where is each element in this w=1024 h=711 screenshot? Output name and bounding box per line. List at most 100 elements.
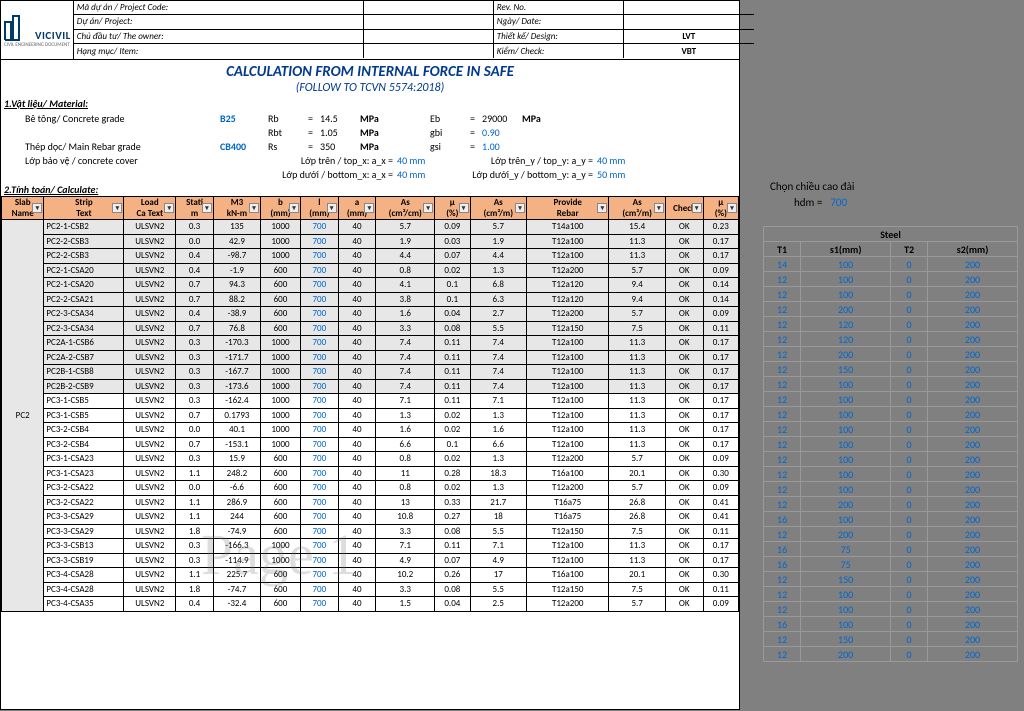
cell-b: 1000: [260, 249, 300, 264]
cell-mu: 0.02: [435, 481, 470, 496]
column-header[interactable]: M3kN-m▾: [213, 197, 260, 220]
column-header[interactable]: b(mm)▾: [260, 197, 300, 220]
column-header[interactable]: Check▾: [665, 197, 703, 220]
cell-rebar: T14a100: [527, 220, 609, 235]
filter-icon[interactable]: ▾: [515, 203, 525, 213]
steel-cell: 200: [928, 602, 1018, 617]
cell-st: 0.4: [176, 307, 214, 322]
cell-a: 40: [338, 481, 376, 496]
cell-mu2: 0.17: [703, 394, 738, 409]
table-row: PC2B-2-CSB9ULSVN20.3-173.61000700407.40.…: [2, 379, 739, 394]
steel-row: 121000200: [764, 467, 1018, 482]
cell-m3: -98.7: [213, 249, 260, 264]
cell-asp: 5.7: [609, 452, 666, 467]
cell-mu2: 0.17: [703, 437, 738, 452]
cell-lc: ULSVN2: [124, 292, 176, 307]
column-header[interactable]: l(mm)▾: [300, 197, 338, 220]
cell-mu2: 0.17: [703, 365, 738, 380]
cell-asm: 1.9: [470, 234, 527, 249]
filter-icon[interactable]: ▾: [727, 203, 737, 213]
cell-asc: 3.3: [376, 524, 435, 539]
steel-cell: 0: [891, 302, 928, 317]
cell-asp: 9.4: [609, 278, 666, 293]
cell-m3: -153.1: [213, 437, 260, 452]
steel-row: 121000200: [764, 407, 1018, 422]
project-code-label: Mã dự án / Project Code:: [74, 1, 364, 14]
cell-a: 40: [338, 568, 376, 583]
cell-chk: OK: [665, 365, 703, 380]
cell-l: 700: [300, 553, 338, 568]
cell-a: 40: [338, 278, 376, 293]
steel-row: 122000200: [764, 527, 1018, 542]
cell-b: 1000: [260, 437, 300, 452]
cell-lc: ULSVN2: [124, 510, 176, 525]
cell-asc: 7.4: [376, 379, 435, 394]
design-label: Thiết kế/ Design:: [494, 30, 624, 43]
cell-mu2: 0.11: [703, 321, 738, 336]
cell-asm: 1.3: [470, 408, 527, 423]
cell-strip: PC3-4-CSA35: [44, 597, 124, 612]
cell-mu2: 0.14: [703, 278, 738, 293]
steel-cell: 100: [801, 377, 891, 392]
column-header[interactable]: As(cm²/cm)▾: [376, 197, 435, 220]
cell-l: 700: [300, 307, 338, 322]
cell-st: 0.3: [176, 553, 214, 568]
steel-cell: 12: [764, 287, 801, 302]
steel-cell: 100: [801, 272, 891, 287]
steel-cell: 200: [928, 437, 1018, 452]
steel-cell: 200: [928, 272, 1018, 287]
cell-rebar: T12a100: [527, 336, 609, 351]
filter-icon[interactable]: ▾: [289, 203, 299, 213]
logo-icon: [3, 12, 33, 42]
column-header[interactable]: As(cm²/m)▾: [470, 197, 527, 220]
column-header[interactable]: As(cm²/m)▾: [609, 197, 666, 220]
cell-chk: OK: [665, 394, 703, 409]
filter-icon[interactable]: ▾: [327, 203, 337, 213]
cell-chk: OK: [665, 553, 703, 568]
cell-a: 40: [338, 321, 376, 336]
cell-strip: PC3-2-CSA22: [44, 495, 124, 510]
cell-st: 1.1: [176, 568, 214, 583]
steel-cell: 200: [801, 302, 891, 317]
column-header[interactable]: a(mm)▾: [338, 197, 376, 220]
column-header[interactable]: LoadCa Text▾: [124, 197, 176, 220]
cell-strip: PC3-4-CSA28: [44, 568, 124, 583]
cell-strip: PC2B-2-CSB9: [44, 379, 124, 394]
column-header[interactable]: SlabName▾: [2, 197, 44, 220]
column-header[interactable]: StripText▾: [44, 197, 124, 220]
filter-icon[interactable]: ▾: [364, 203, 374, 213]
column-header[interactable]: μ(%)▾: [435, 197, 470, 220]
filter-icon[interactable]: ▾: [654, 203, 664, 213]
filter-icon[interactable]: ▾: [692, 203, 702, 213]
cell-mu2: 0.17: [703, 336, 738, 351]
cell-m3: 244: [213, 510, 260, 525]
cell-strip: PC3-2-CSA22: [44, 481, 124, 496]
filter-icon[interactable]: ▾: [249, 203, 259, 213]
cell-st: 0.0: [176, 423, 214, 438]
steel-cell: 12: [764, 572, 801, 587]
cell-rebar: T12a200: [527, 452, 609, 467]
cell-asc: 4.9: [376, 553, 435, 568]
cell-asc: 4.1: [376, 278, 435, 293]
filter-icon[interactable]: ▾: [202, 203, 212, 213]
column-header[interactable]: μ(%)▾: [703, 197, 738, 220]
steel-row: 121000200: [764, 452, 1018, 467]
filter-icon[interactable]: ▾: [459, 203, 469, 213]
filter-icon[interactable]: ▾: [32, 203, 42, 213]
cell-chk: OK: [665, 452, 703, 467]
filter-icon[interactable]: ▾: [423, 203, 433, 213]
cell-asc: 7.4: [376, 336, 435, 351]
cell-m3: 15.9: [213, 452, 260, 467]
cell-asm: 5.7: [470, 220, 527, 235]
cell-lc: ULSVN2: [124, 263, 176, 278]
steel-cell: 200: [928, 332, 1018, 347]
column-header[interactable]: ProvideRebar▾: [527, 197, 609, 220]
steel-cell: 0: [891, 347, 928, 362]
cell-asc: 0.8: [376, 452, 435, 467]
filter-icon[interactable]: ▾: [597, 203, 607, 213]
cell-st: 0.0: [176, 234, 214, 249]
filter-icon[interactable]: ▾: [112, 203, 122, 213]
check-value: VBT: [624, 44, 754, 58]
column-header[interactable]: Statim▾: [176, 197, 214, 220]
filter-icon[interactable]: ▾: [164, 203, 174, 213]
